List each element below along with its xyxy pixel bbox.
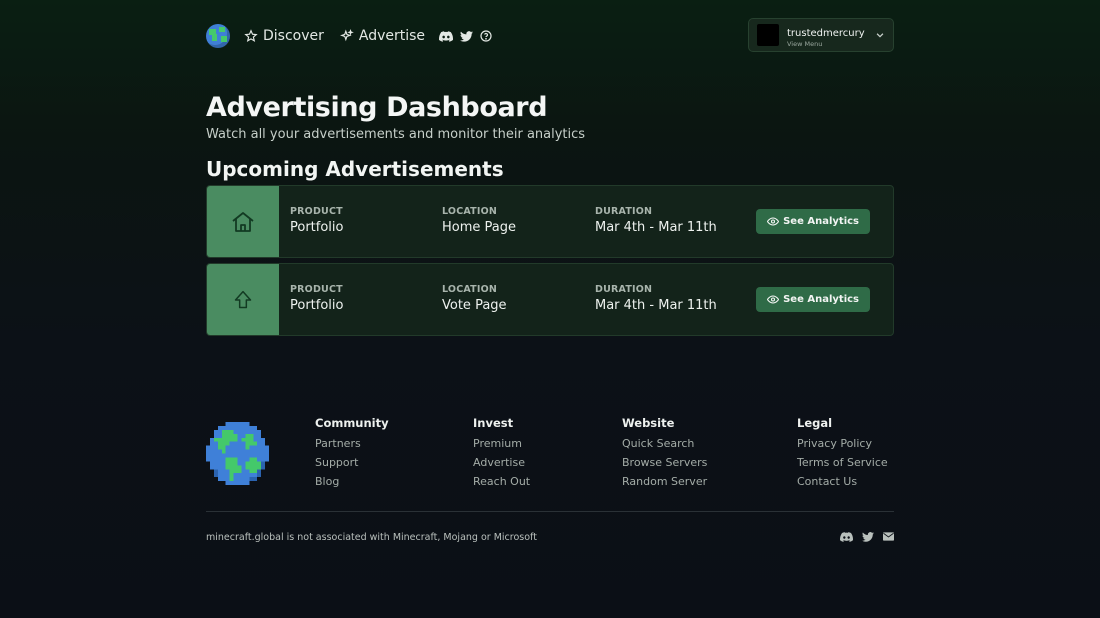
mail-icon[interactable] [883,532,894,542]
footer-heading: Legal [797,416,833,430]
ad-card: PRODUCT Portfolio LOCATION Vote Page DUR… [206,263,894,336]
user-menu-button[interactable]: trustedmercury View Menu [748,18,894,52]
product-label: PRODUCT [290,284,343,295]
chevron-down-icon [876,33,884,38]
discord-icon[interactable] [439,30,454,42]
nav-advertise-label: Advertise [358,28,426,44]
product-value: Portfolio [290,298,344,313]
nav-socials [439,30,492,42]
location-label: LOCATION [442,206,498,217]
duration-value: Mar 4th - Mar 11th [595,298,717,313]
nav-discover-link[interactable]: Discover [244,28,324,44]
product-label: PRODUCT [290,206,343,217]
see-analytics-label: See Analytics [783,294,859,305]
footer-link-privacy-policy[interactable]: Privacy Policy [797,437,888,450]
nav-advertise-link[interactable]: Advertise [339,28,426,44]
location-label: LOCATION [442,284,498,295]
nav-discover-label: Discover [263,28,324,44]
ad-location: LOCATION Home Page [442,206,516,235]
footer-link-premium[interactable]: Premium [473,437,530,450]
footer-column-legal: Legal Privacy Policy Terms of Service Co… [797,416,888,494]
sparkles-icon [339,29,354,42]
home-icon [232,211,254,232]
footer-link-contact-us[interactable]: Contact Us [797,475,888,488]
footer-heading: Website [622,416,675,430]
footer-socials [840,532,894,542]
footer-divider [206,511,894,512]
ad-duration: DURATION Mar 4th - Mar 11th [595,284,717,313]
footer-link-advertise[interactable]: Advertise [473,456,530,469]
view-menu-label: View Menu [787,39,823,48]
see-analytics-button[interactable]: See Analytics [756,209,870,234]
footer-link-browse-servers[interactable]: Browse Servers [622,456,707,469]
duration-value: Mar 4th - Mar 11th [595,220,717,235]
footer-column-community: Community Partners Support Blog [315,416,389,494]
top-nav: Discover Advertise trustedmercury View M… [206,18,894,54]
ad-duration: DURATION Mar 4th - Mar 11th [595,206,717,235]
see-analytics-label: See Analytics [783,216,859,227]
eye-icon [767,217,780,226]
location-value: Vote Page [442,298,507,313]
avatar [757,24,779,46]
duration-label: DURATION [595,206,653,217]
footer-link-partners[interactable]: Partners [315,437,389,450]
page-title: Advertising Dashboard [206,92,548,123]
ad-product: PRODUCT Portfolio [290,206,343,235]
globe-logo-icon [206,422,269,485]
location-value: Home Page [442,220,516,235]
sparkle-star-icon [244,29,258,42]
footer-link-reach-out[interactable]: Reach Out [473,475,530,488]
section-title: Upcoming Advertisements [206,157,504,181]
eye-icon [767,295,780,304]
footer-link-random-server[interactable]: Random Server [622,475,707,488]
product-value: Portfolio [290,220,344,235]
globe-logo-icon[interactable] [206,24,230,48]
footer-link-blog[interactable]: Blog [315,475,389,488]
ad-product: PRODUCT Portfolio [290,284,343,313]
footer-column-invest: Invest Premium Advertise Reach Out [473,416,530,494]
ad-thumbnail [207,264,279,335]
footer-disclaimer: minecraft.global is not associated with … [206,532,537,543]
page-subtitle: Watch all your advertisements and monito… [206,127,586,142]
arrow-up-icon [234,290,252,308]
footer-link-support[interactable]: Support [315,456,389,469]
discord-icon[interactable] [840,532,853,542]
twitter-icon[interactable] [460,30,474,42]
footer-heading: Invest [473,416,514,430]
ad-location: LOCATION Vote Page [442,284,507,313]
ad-thumbnail [207,186,279,257]
help-icon[interactable] [480,30,492,42]
see-analytics-button[interactable]: See Analytics [756,287,870,312]
username: trustedmercury [787,27,865,39]
duration-label: DURATION [595,284,653,295]
ad-card: PRODUCT Portfolio LOCATION Home Page DUR… [206,185,894,258]
footer-column-website: Website Quick Search Browse Servers Rand… [622,416,707,494]
twitter-icon[interactable] [862,532,874,542]
footer-heading: Community [315,416,389,430]
footer-link-quick-search[interactable]: Quick Search [622,437,707,450]
footer-link-terms-of-service[interactable]: Terms of Service [797,456,888,469]
